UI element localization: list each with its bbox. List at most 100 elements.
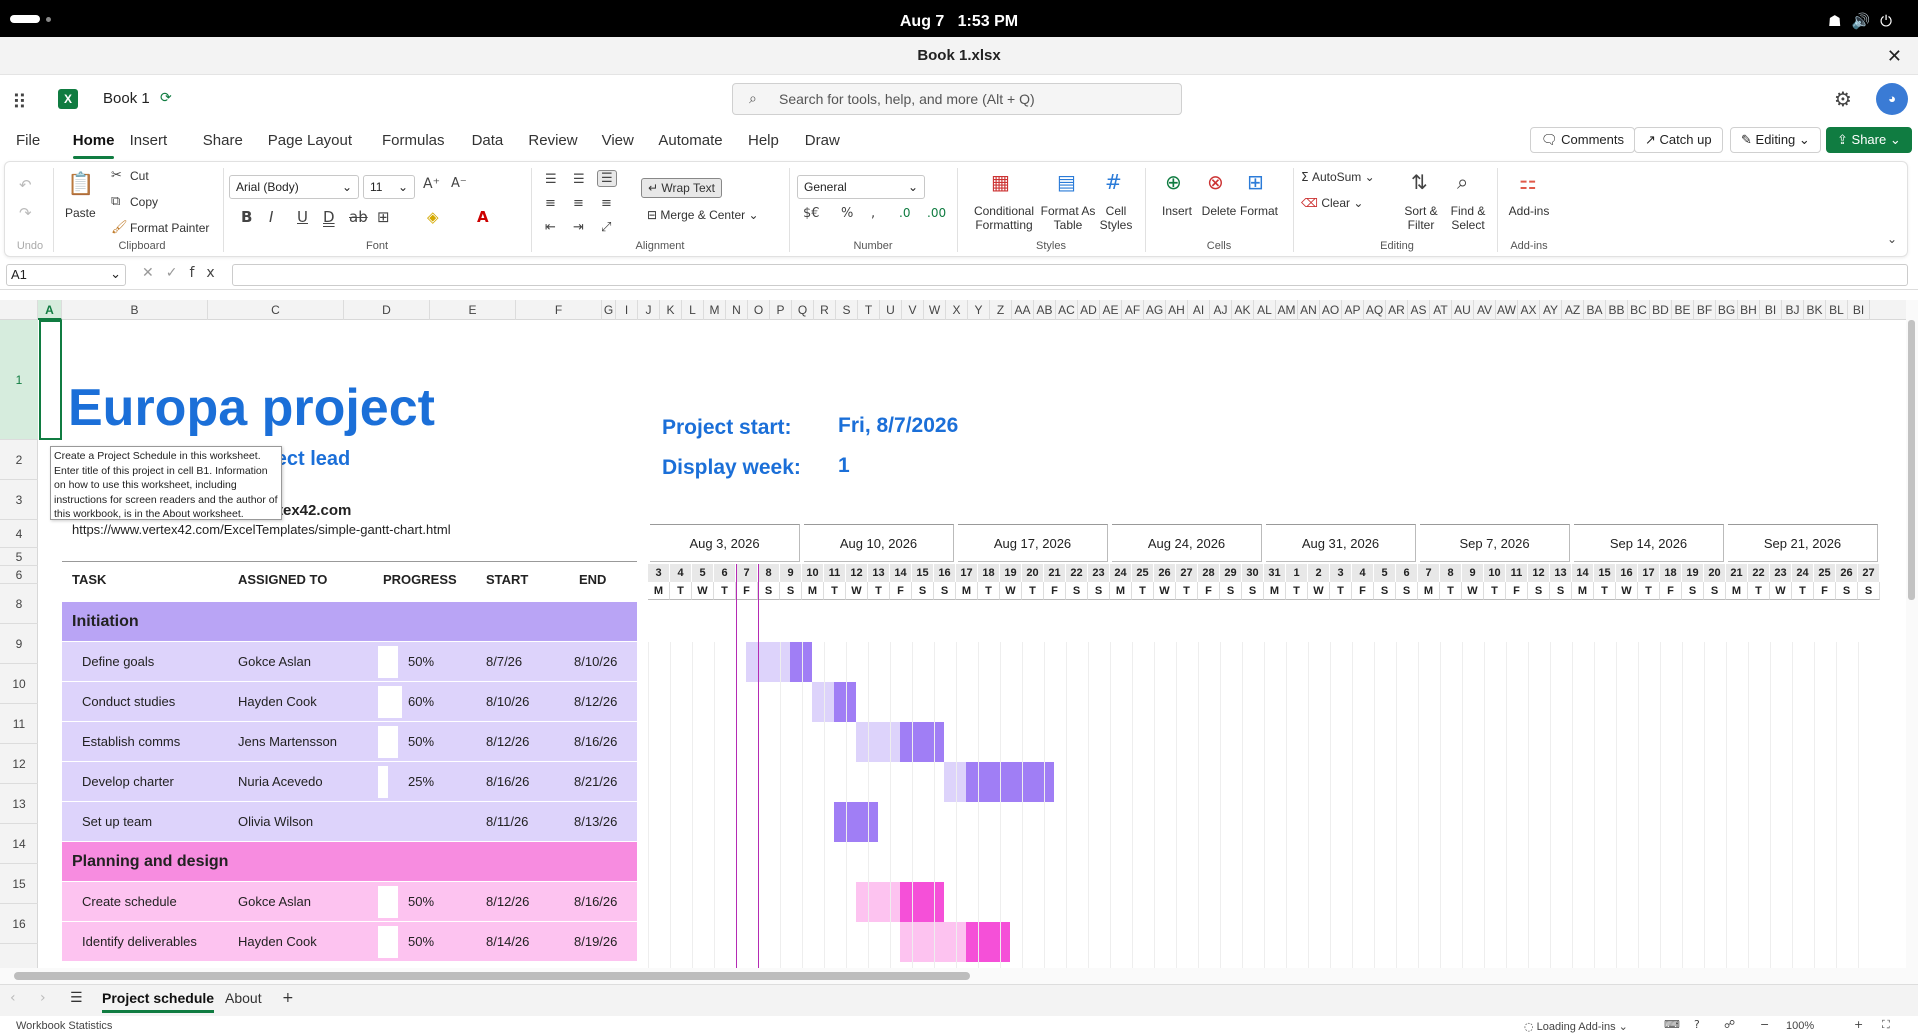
column-header-bc[interactable]: BC bbox=[1628, 300, 1650, 320]
align-center-icon[interactable]: ≡ bbox=[573, 196, 584, 211]
task-row[interactable]: Set up team Olivia Wilson 8/11/26 8/13/26 bbox=[62, 802, 637, 842]
add-sheet-icon[interactable]: + bbox=[282, 990, 294, 1010]
font-color-icon[interactable]: A bbox=[477, 208, 489, 226]
column-header-f[interactable]: F bbox=[516, 300, 602, 320]
row-header-16[interactable]: 16 bbox=[0, 904, 38, 944]
task-start[interactable]: 8/10/26 bbox=[486, 682, 529, 722]
display-week-value[interactable]: 1 bbox=[838, 454, 850, 478]
menu-tab-home[interactable]: Home bbox=[72, 132, 114, 159]
task-start[interactable]: 8/12/26 bbox=[486, 882, 529, 922]
column-header-az[interactable]: AZ bbox=[1562, 300, 1584, 320]
comma-style-icon[interactable]: , bbox=[871, 206, 875, 221]
workbook-statistics[interactable]: Workbook Statistics bbox=[16, 1020, 112, 1032]
align-right-icon[interactable]: ≡ bbox=[601, 196, 612, 211]
row-header-2[interactable]: 2 bbox=[0, 440, 38, 480]
help-icon[interactable]: ? bbox=[1694, 1018, 1700, 1031]
column-header-bd[interactable]: BD bbox=[1650, 300, 1672, 320]
column-header-w[interactable]: W bbox=[924, 300, 946, 320]
fx-icon[interactable]: fx bbox=[189, 265, 226, 281]
delete-cells-button[interactable]: Delete bbox=[1199, 204, 1239, 218]
accessibility-icon[interactable]: ⌨ bbox=[1664, 1018, 1680, 1031]
share-button[interactable]: ⇪ Share ⌄ bbox=[1826, 127, 1912, 153]
column-header-j[interactable]: J bbox=[638, 300, 660, 320]
align-middle-icon[interactable]: ☰ bbox=[573, 172, 585, 187]
task-assignee[interactable]: Jens Martensson bbox=[238, 722, 337, 762]
enter-icon[interactable]: ✓ bbox=[166, 265, 190, 281]
task-name[interactable]: Develop charter bbox=[82, 762, 174, 802]
wrap-text-button[interactable]: ↵ Wrap Text bbox=[641, 178, 722, 198]
underline-icon[interactable]: U bbox=[297, 208, 308, 226]
column-header-c[interactable]: C bbox=[208, 300, 344, 320]
align-bottom-icon[interactable]: ☰ bbox=[597, 170, 617, 187]
column-header-ab[interactable]: AB bbox=[1034, 300, 1056, 320]
column-header-v[interactable]: V bbox=[902, 300, 924, 320]
autosave-status-icon[interactable]: ⟳ bbox=[160, 90, 172, 106]
workbook-name[interactable]: Book 1 bbox=[103, 90, 150, 107]
cell-styles-button[interactable]: Cell Styles bbox=[1095, 204, 1137, 232]
cancel-icon[interactable]: ✕ bbox=[142, 265, 166, 281]
column-header-a[interactable]: A bbox=[38, 300, 62, 320]
template-url[interactable]: https://www.vertex42.com/ExcelTemplates/… bbox=[72, 522, 451, 537]
find-select-icon[interactable]: ⌕ bbox=[1457, 170, 1468, 194]
column-header-be[interactable]: BE bbox=[1672, 300, 1694, 320]
project-title[interactable]: Europa project bbox=[68, 378, 435, 438]
find-select-button[interactable]: Find & Select bbox=[1443, 204, 1493, 232]
task-progress[interactable]: 50% bbox=[408, 642, 434, 682]
column-header-x[interactable]: X bbox=[946, 300, 968, 320]
task-start[interactable]: 8/11/26 bbox=[486, 802, 528, 842]
column-header-bh[interactable]: BH bbox=[1738, 300, 1760, 320]
conditional-formatting-icon[interactable]: ▦ bbox=[991, 170, 1010, 194]
menu-tab-help[interactable]: Help bbox=[748, 132, 779, 149]
task-row[interactable]: Identify deliverables Hayden Cook 50% 8/14/… bbox=[62, 922, 637, 962]
task-start[interactable]: 8/7/26 bbox=[486, 642, 522, 682]
row-header-1[interactable]: 1 bbox=[0, 320, 38, 440]
zoom-level[interactable]: 100% bbox=[1786, 1020, 1814, 1032]
task-end[interactable]: 8/16/26 bbox=[574, 882, 617, 922]
column-header-bi[interactable]: BI bbox=[1760, 300, 1782, 320]
task-assignee[interactable]: Nuria Acevedo bbox=[238, 762, 323, 802]
column-header-ay[interactable]: AY bbox=[1540, 300, 1562, 320]
sort-filter-icon[interactable]: ⇅ bbox=[1411, 170, 1428, 194]
copy-button[interactable]: Copy bbox=[130, 195, 158, 209]
format-as-table-button[interactable]: Format As Table bbox=[1035, 204, 1101, 232]
sheet-tab-about[interactable]: About bbox=[225, 990, 262, 1010]
column-header-aw[interactable]: AW bbox=[1496, 300, 1518, 320]
column-header-au[interactable]: AU bbox=[1452, 300, 1474, 320]
column-header-ba[interactable]: BA bbox=[1584, 300, 1606, 320]
column-header-aq[interactable]: AQ bbox=[1364, 300, 1386, 320]
column-header-ac[interactable]: AC bbox=[1056, 300, 1078, 320]
project-start-value[interactable]: Fri, 8/7/2026 bbox=[838, 414, 958, 438]
active-cell-a1[interactable] bbox=[39, 320, 62, 440]
sheet-tab-project-schedule[interactable]: Project schedule bbox=[102, 990, 215, 1013]
task-row[interactable]: Develop charter Nuria Acevedo 25% 8/16/26 8/… bbox=[62, 762, 637, 802]
section-name[interactable]: Initiation bbox=[72, 602, 139, 642]
task-row[interactable]: Create schedule Gokce Aslan 50% 8/12/26 8/16… bbox=[62, 882, 637, 922]
delete-cells-icon[interactable]: ⊗ bbox=[1207, 170, 1224, 194]
task-start[interactable]: 8/16/26 bbox=[486, 762, 529, 802]
row-header-10[interactable]: 10 bbox=[0, 664, 38, 704]
undo-icon[interactable]: ↶ bbox=[19, 176, 32, 194]
ribbon-expand-chevron-icon[interactable]: ⌄ bbox=[1887, 232, 1897, 246]
task-end[interactable]: 8/21/26 bbox=[574, 762, 617, 802]
task-end[interactable]: 8/19/26 bbox=[574, 922, 617, 962]
menu-tab-page-layout[interactable]: Page Layout bbox=[268, 132, 352, 149]
section-row[interactable]: Initiation bbox=[62, 602, 637, 642]
column-header-r[interactable]: R bbox=[814, 300, 836, 320]
task-name[interactable]: Define goals bbox=[82, 642, 154, 682]
merge-center-button[interactable]: ⊟ Merge & Center ⌄ bbox=[647, 208, 759, 222]
menu-tab-file[interactable]: File bbox=[16, 132, 40, 149]
row-header-11[interactable]: 11 bbox=[0, 704, 38, 744]
column-header-p[interactable]: P bbox=[770, 300, 792, 320]
cut-icon[interactable]: ✂ bbox=[111, 168, 122, 183]
column-header-z[interactable]: Z bbox=[990, 300, 1012, 320]
horizontal-scrollbar[interactable] bbox=[0, 968, 1918, 984]
menu-tab-insert[interactable]: Insert bbox=[130, 132, 168, 149]
add-ins-button[interactable]: Add-ins bbox=[1501, 204, 1557, 218]
column-header-bf[interactable]: BF bbox=[1694, 300, 1716, 320]
font-name-dropdown[interactable]: Arial (Body) ⌄ bbox=[229, 175, 359, 199]
column-header-d[interactable]: D bbox=[344, 300, 430, 320]
row-header-15[interactable]: 15 bbox=[0, 864, 38, 904]
column-header-u[interactable]: U bbox=[880, 300, 902, 320]
column-header-g[interactable]: G bbox=[602, 300, 616, 320]
row-header-12[interactable]: 12 bbox=[0, 744, 38, 784]
